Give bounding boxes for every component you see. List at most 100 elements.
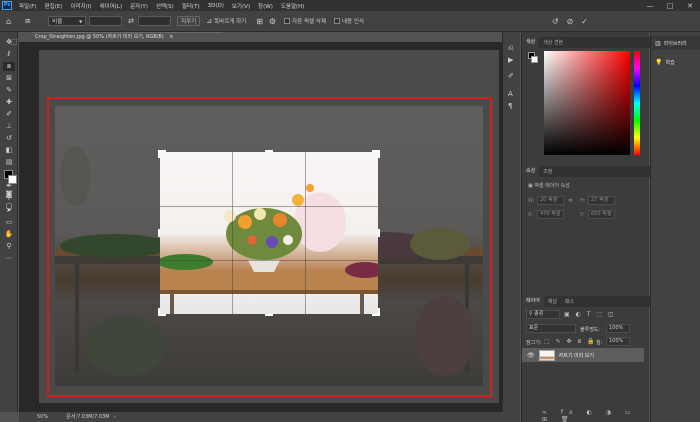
delete-cropped-checkbox[interactable]: 자른 픽셀 삭제 — [284, 17, 326, 25]
menu-help[interactable]: 도움말(H) — [277, 2, 309, 10]
home-icon[interactable]: ⌂ — [6, 17, 11, 26]
crop-handle-top-right[interactable] — [378, 150, 380, 158]
crop-handle-bottom[interactable] — [265, 314, 273, 316]
clone-stamp-icon[interactable]: ⊥ — [3, 122, 15, 131]
content-aware-checkbox[interactable]: 내용 인식 — [333, 17, 364, 25]
commit-icon[interactable]: ✓ — [581, 17, 588, 26]
link-icon[interactable]: ∞ — [568, 197, 573, 204]
status-bar: 50% 문서:7.03M/7.03M › — [19, 412, 520, 422]
menu-file[interactable]: 파일(F) — [15, 2, 41, 10]
menu-layer[interactable]: 레이어(L) — [96, 2, 127, 10]
crop-handle-top[interactable] — [265, 150, 273, 152]
opacity-input[interactable]: 100% — [606, 324, 630, 333]
minimize-button[interactable]: — — [640, 2, 660, 10]
tab-layers[interactable]: 레이어 — [522, 296, 544, 307]
document-tab[interactable]: Crop_Straighten.jpg @ 50% (자르기 미리 보기, RG… — [32, 32, 222, 42]
lasso-tool-icon[interactable]: ℓ — [3, 50, 15, 59]
hand-tool-icon[interactable]: ✋ — [3, 230, 15, 239]
delete-cropped-label: 자른 픽셀 삭제 — [292, 19, 326, 25]
overlay-grid-icon[interactable]: ⊞ — [256, 17, 263, 26]
history-brush-icon[interactable]: ↺ — [3, 134, 15, 143]
chevron-right-icon[interactable]: › — [114, 412, 116, 422]
tab-color[interactable]: 색상 — [522, 37, 540, 48]
menu-select[interactable]: 선택(S) — [152, 2, 178, 10]
menu-image[interactable]: 이미지(I) — [66, 2, 95, 10]
menu-type[interactable]: 문자(Y) — [126, 2, 152, 10]
blend-mode-select[interactable]: 표준 — [526, 324, 576, 333]
crop-handle-left[interactable] — [158, 229, 160, 237]
layer-filter-select[interactable]: ⚲ 종류 — [526, 310, 560, 319]
menu-view[interactable]: 보기(V) — [228, 2, 254, 10]
brush-tool-icon[interactable]: ✐ — [3, 110, 15, 119]
rectangle-tool-icon[interactable]: ▭ — [3, 218, 15, 227]
marquee-tool-icon[interactable]: ⬚ — [10, 38, 18, 47]
height-field[interactable] — [138, 16, 172, 26]
background-color-swatch[interactable] — [8, 175, 17, 184]
hue-slider[interactable] — [634, 51, 640, 155]
color-field[interactable] — [544, 51, 630, 155]
learn-item[interactable]: 💡 학습 — [651, 55, 700, 69]
reset-icon[interactable]: ↺ — [552, 17, 559, 26]
tab-paths[interactable]: 패스 — [561, 298, 578, 305]
libraries-label: 라이브러리 — [663, 40, 687, 47]
crop-tool-icon[interactable]: ⧈ — [3, 62, 15, 71]
lock-icons[interactable]: ⬚ ✎ ✥ ⧈ 🔒 — [544, 338, 597, 346]
properties-section-title: 픽셀 레이어 속성 — [534, 183, 570, 189]
gradient-tool-icon[interactable]: ▤ — [3, 158, 15, 167]
crop-handle-bottom-left[interactable] — [158, 308, 160, 316]
straighten-icon[interactable]: ⊿ — [206, 17, 212, 25]
healing-brush-icon[interactable]: ✚ — [3, 98, 15, 107]
fill-input[interactable]: 100% — [606, 337, 630, 346]
frame-tool-icon[interactable]: ⊠ — [3, 74, 15, 83]
zoom-level[interactable]: 50% — [37, 412, 48, 422]
layer-filter-icons[interactable]: ▣ ◐ T ⬚ ◫ — [564, 311, 616, 318]
opacity-label: 불투명도: — [580, 327, 601, 333]
actions-icon[interactable]: ▶ — [508, 56, 513, 64]
tab-properties[interactable]: 속성 — [522, 166, 540, 177]
x-input[interactable]: 470 픽셀 — [537, 210, 564, 219]
width-input[interactable]: 20 픽셀 — [537, 196, 564, 205]
crop-grid-line — [305, 152, 306, 314]
cancel-icon[interactable]: ⊘ — [567, 17, 574, 26]
libraries-item[interactable]: ▥ 라이브러리 — [651, 36, 700, 50]
crop-handle-top-left[interactable] — [158, 150, 160, 158]
tab-channels[interactable]: 채널 — [544, 298, 561, 305]
crop-preview[interactable] — [160, 152, 378, 314]
more-tools-icon[interactable]: ⋯ — [3, 254, 15, 263]
eyedropper-tool-icon[interactable]: ✎ — [3, 86, 15, 95]
tab-adjustments[interactable]: 조정 — [539, 168, 556, 175]
eraser-tool-icon[interactable]: ◧ — [3, 146, 15, 155]
crop-handle-right[interactable] — [378, 229, 380, 237]
layer-name[interactable]: 자르기 미리 보기 — [559, 352, 594, 359]
swap-icon[interactable]: ⇄ — [128, 17, 134, 25]
menu-edit[interactable]: 편집(E) — [41, 2, 67, 10]
straighten-label[interactable]: 똑바르게 하기 — [214, 17, 246, 25]
layer-panel-actions[interactable]: ∞ fx ◐ ◑ ▭ ⊞ 🗑 — [542, 409, 649, 422]
eye-icon[interactable]: 👁 — [527, 352, 535, 359]
maximize-button[interactable]: □ — [660, 2, 680, 10]
ratio-select[interactable]: 비율 ▼ — [48, 16, 87, 26]
y-input[interactable]: 650 픽셀 — [588, 210, 615, 219]
brush-settings-icon[interactable]: ✐ — [508, 72, 514, 80]
menu-window[interactable]: 창(W) — [254, 2, 277, 10]
width-field[interactable] — [89, 16, 123, 26]
close-window-button[interactable]: ✕ — [680, 2, 700, 10]
quick-mask-icon[interactable]: ◙ — [3, 190, 15, 199]
zoom-tool-icon[interactable]: ⚲ — [3, 242, 15, 251]
paragraph-icon[interactable]: ¶ — [508, 102, 512, 110]
layer-row[interactable]: 👁 자르기 미리 보기 — [522, 348, 644, 362]
screen-mode-icon[interactable]: ▢ — [3, 202, 15, 211]
crop-handle-bottom-right[interactable] — [378, 308, 380, 316]
menu-filter[interactable]: 필터(T) — [178, 2, 204, 10]
right-panels: 색상 색상 견본 속성 조정 ▣ 픽셀 레이어 속성 W: 20 픽셀 ∞ H:… — [521, 32, 650, 422]
crop-tool-icon[interactable]: ⧈ — [25, 16, 30, 26]
tab-swatches[interactable]: 색상 견본 — [539, 39, 567, 46]
clear-button[interactable]: 지우기 — [177, 16, 201, 26]
history-icon[interactable]: ⎌ — [508, 44, 514, 53]
settings-gear-icon[interactable]: ⚙ — [269, 17, 276, 26]
background-swatch[interactable] — [531, 56, 538, 63]
menu-3d[interactable]: 3D(D) — [204, 3, 228, 9]
close-tab-icon[interactable]: × — [169, 34, 173, 40]
character-icon[interactable]: A — [508, 90, 513, 98]
height-input[interactable]: 27 픽셀 — [588, 196, 615, 205]
